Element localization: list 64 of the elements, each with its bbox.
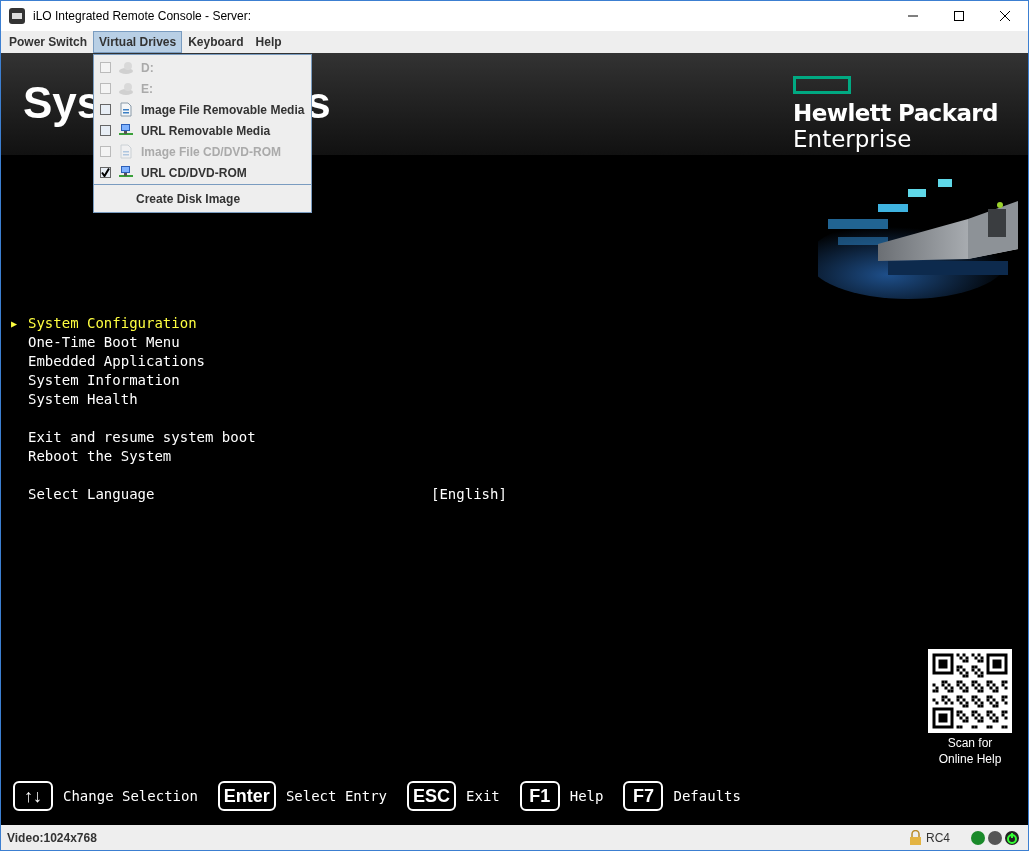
bios-menu-item[interactable]: Exit and resume system boot (11, 428, 1028, 447)
menu-item[interactable]: Virtual Drives (93, 31, 183, 53)
key-hint-label: Exit (466, 786, 500, 806)
dropdown-item-label: D: (141, 59, 154, 77)
key-cap: Enter (217, 781, 276, 811)
checkbox[interactable] (100, 104, 111, 115)
bios-menu-item[interactable]: Reboot the System (11, 447, 1028, 466)
key-cap: ↑↓ (13, 781, 53, 811)
checkbox[interactable] (100, 125, 111, 136)
bios-menu-label: Select Language (28, 485, 156, 504)
network-computer-icon (118, 123, 134, 138)
bios-menu-item[interactable]: System Information (11, 371, 1028, 390)
close-icon (1000, 11, 1010, 21)
dropdown-item-label: Image File CD/DVD-ROM (141, 143, 281, 161)
bios-menu-item[interactable]: System Health (11, 390, 1028, 409)
dropdown-item-label: Image File Removable Media (141, 101, 305, 119)
network-computer-icon (118, 165, 134, 180)
bios-menu-item[interactable]: One-Time Boot Menu (11, 333, 1028, 352)
menu-item[interactable]: Keyboard (182, 31, 250, 53)
dropdown-item-label: E: (141, 80, 153, 98)
dropdown-item[interactable]: Image File Removable Media (94, 99, 311, 120)
document-icon (120, 144, 132, 159)
video-resolution: Video:1024x768 (7, 829, 97, 847)
encryption-label: RC4 (926, 829, 950, 847)
padlock-icon (909, 830, 922, 845)
bios-menu-label: Reboot the System (28, 447, 173, 466)
selection-marker: ▶ (11, 317, 19, 331)
app-icon (9, 8, 25, 24)
maximize-icon (954, 11, 964, 21)
language-value: [English] (431, 485, 507, 504)
menu-item[interactable]: Help (249, 31, 288, 53)
bios-menu-item[interactable]: Embedded Applications (11, 352, 1028, 371)
bios-menu-item[interactable]: Select Language [English] (11, 485, 1028, 504)
disc-drive-icon (118, 81, 134, 96)
window-title: iLO Integrated Remote Console - Server: (33, 8, 252, 25)
bios-menu-label: Exit and resume system boot (28, 428, 257, 447)
key-hint-label: Change Selection (63, 786, 198, 806)
key-hint-label: Help (569, 786, 604, 806)
document-icon (120, 102, 132, 117)
dropdown-item[interactable]: URL CD/DVD-ROM (94, 162, 311, 183)
menu-item[interactable]: Power Switch (3, 31, 94, 53)
dropdown-item-label: URL CD/DVD-ROM (141, 164, 247, 182)
logo-rectangle-icon (793, 76, 852, 94)
bios-menu-label: Embedded Applications (28, 352, 206, 371)
dropdown-item[interactable]: URL Removable Media (94, 120, 311, 141)
status-lights-icon (970, 829, 1022, 846)
key-cap: ESC (407, 781, 457, 811)
key-cap: F7 (623, 781, 664, 811)
bios-menu-label: System Information (28, 371, 181, 390)
checkbox[interactable] (100, 167, 111, 178)
qr-caption: Scan for Online Help (938, 735, 1002, 767)
check-icon (101, 168, 110, 177)
key-cap: F1 (519, 781, 560, 811)
disc-drive-icon (118, 60, 134, 75)
bios-menu-label: System Health (28, 390, 139, 409)
dropdown-item-label: URL Removable Media (141, 122, 271, 140)
dropdown-item[interactable]: Create Disk Image (94, 188, 311, 210)
bios-menu-label: System Configuration (28, 314, 198, 333)
brand-name: Enterprise (793, 126, 913, 152)
bios-menu-label: One-Time Boot Menu (28, 333, 181, 352)
key-hint-label: Select Entry (285, 786, 388, 806)
bios-menu-item[interactable]: ▶ System Configuration (11, 314, 1028, 333)
brand-name: Hewlett Packard (793, 100, 998, 126)
key-hint-label: Defaults (673, 786, 741, 806)
